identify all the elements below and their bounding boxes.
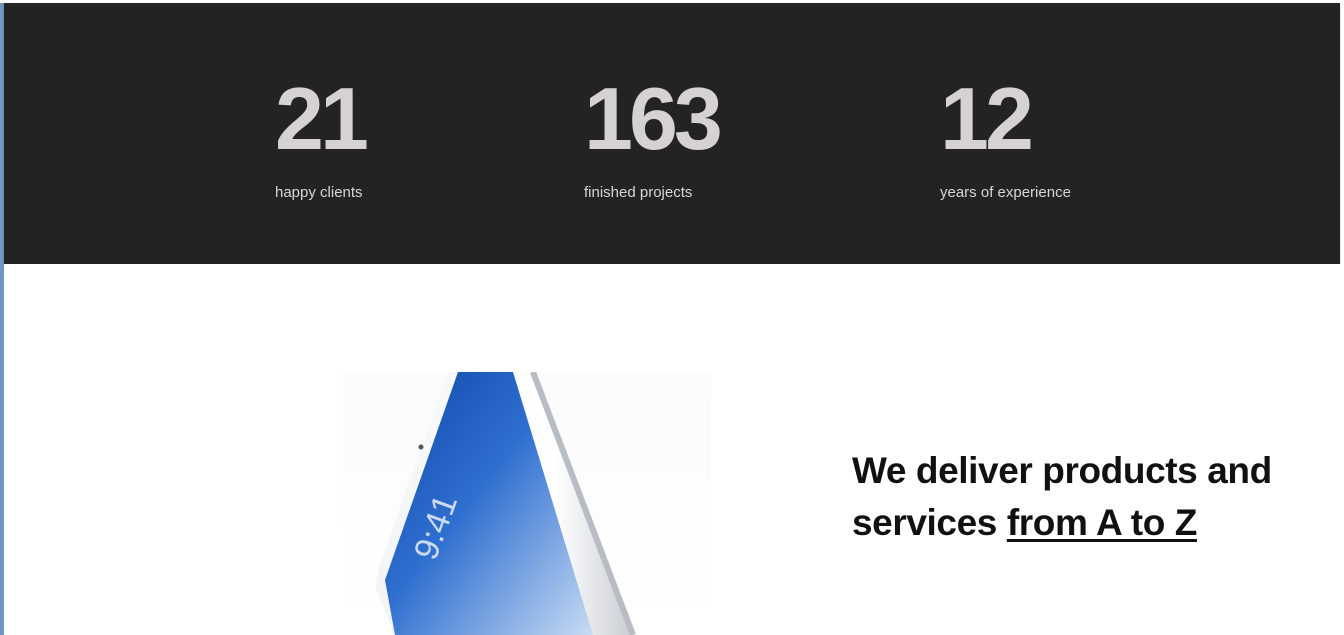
tablet-camera — [418, 444, 424, 450]
stat-label: finished projects — [584, 184, 693, 201]
stat-number: 12 — [940, 69, 1034, 168]
stat-number: 21 — [275, 69, 369, 168]
headline-link[interactable]: from A to Z — [1007, 502, 1198, 543]
page: 21 happy clients 163 finished projects 1… — [0, 0, 1344, 635]
tablet-illustration: 9:41 — [375, 372, 636, 635]
stat-label: years of experience — [940, 184, 1071, 201]
stat-finished-projects: 163 finished projects — [584, 69, 723, 201]
stat-number: 163 — [584, 69, 723, 168]
stat-happy-clients: 21 happy clients — [275, 69, 369, 201]
stat-label: happy clients — [275, 184, 363, 201]
intro-section: 9:41 We deliver products and services fr… — [4, 264, 1344, 635]
stats-section: 21 happy clients 163 finished projects 1… — [4, 3, 1340, 264]
stat-years-experience: 12 years of experience — [940, 69, 1071, 201]
top-border — [0, 0, 1344, 3]
tablet-image: 9:41 — [343, 372, 711, 635]
headline: We deliver products and services from A … — [852, 445, 1272, 549]
